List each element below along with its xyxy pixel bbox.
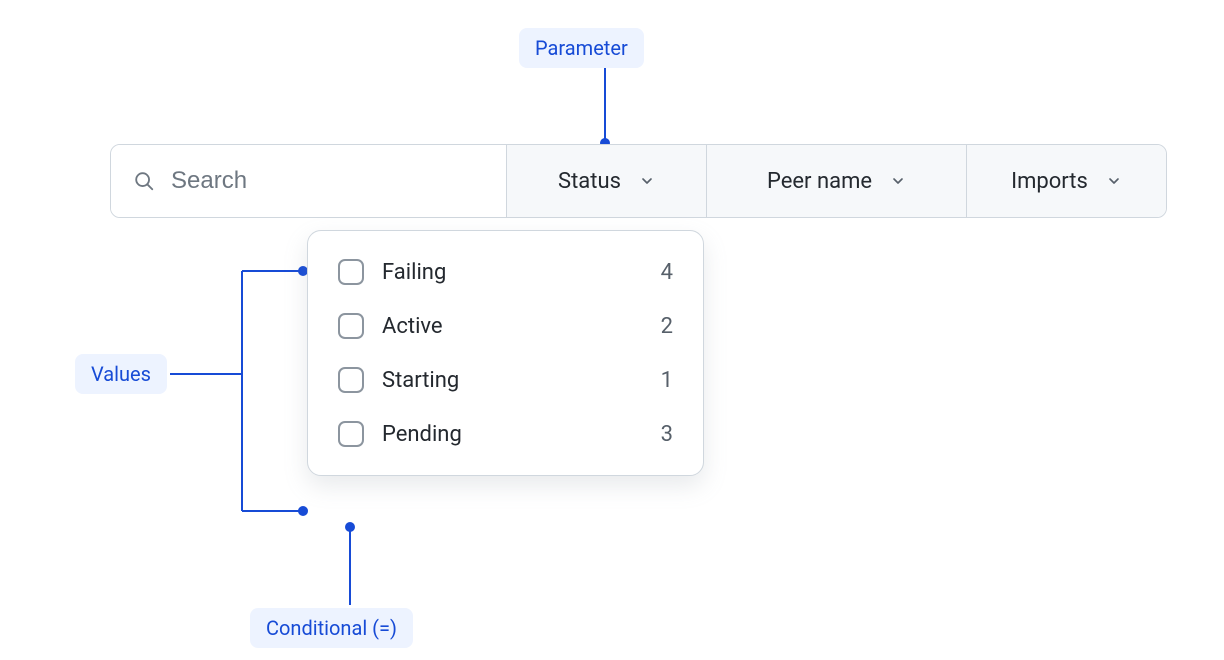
filter-status[interactable]: Status xyxy=(506,145,706,217)
filter-status-label: Status xyxy=(558,169,621,194)
status-option[interactable]: Starting 1 xyxy=(308,353,703,407)
annotation-parameter: Parameter xyxy=(519,28,644,68)
filter-imports-label: Imports xyxy=(1011,169,1088,194)
status-dropdown: Failing 4 Active 2 Starting 1 Pending 3 xyxy=(307,230,704,476)
status-option[interactable]: Failing 4 xyxy=(308,245,703,299)
filter-peer-name-label: Peer name xyxy=(767,169,872,194)
filter-peer-name[interactable]: Peer name xyxy=(706,145,966,217)
filter-bar: Status Peer name Imports xyxy=(110,144,1167,218)
status-option-count: 4 xyxy=(661,260,673,285)
annotation-values: Values xyxy=(75,354,167,394)
status-option-count: 2 xyxy=(661,314,673,339)
search-icon xyxy=(133,170,155,192)
checkbox-icon[interactable] xyxy=(338,313,364,339)
status-option-count: 1 xyxy=(661,368,673,393)
chevron-down-icon xyxy=(890,173,906,189)
status-option-count: 3 xyxy=(661,422,673,447)
chevron-down-icon xyxy=(639,173,655,189)
status-option-label: Failing xyxy=(382,260,643,285)
status-option[interactable]: Active 2 xyxy=(308,299,703,353)
status-option-label: Starting xyxy=(382,368,643,393)
status-option-label: Pending xyxy=(382,422,643,447)
checkbox-icon[interactable] xyxy=(338,421,364,447)
checkbox-icon[interactable] xyxy=(338,367,364,393)
annotation-conditional: Conditional (=) xyxy=(250,608,413,648)
search-cell[interactable] xyxy=(111,145,506,217)
status-option[interactable]: Pending 3 xyxy=(308,407,703,461)
chevron-down-icon xyxy=(1106,173,1122,189)
filter-imports[interactable]: Imports xyxy=(966,145,1166,217)
status-option-label: Active xyxy=(382,314,643,339)
checkbox-icon[interactable] xyxy=(338,259,364,285)
search-input[interactable] xyxy=(169,166,484,196)
